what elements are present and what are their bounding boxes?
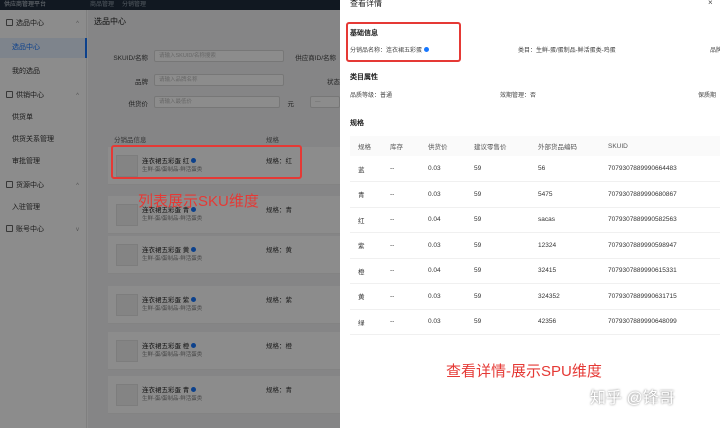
spec-cell: 7079307889990648099	[600, 309, 720, 335]
spec-cell: 324352	[530, 283, 600, 310]
category-field: 类目：生鲜-蛋/蛋制品-鲜活蛋类-鸡蛋	[518, 48, 616, 54]
spec-cell: 橙	[350, 258, 382, 284]
highlight-box-sku	[111, 145, 302, 179]
spec-cell: --	[382, 258, 420, 284]
spec-cell: 5475	[530, 181, 600, 208]
spec-cell: 7079307889990631715	[600, 283, 720, 310]
close-icon[interactable]: ×	[708, 0, 713, 7]
spec-cell: 7079307889990598947	[600, 232, 720, 259]
spec-cell: 59	[466, 309, 530, 335]
spec-section-title: 规格	[350, 120, 364, 127]
category-attr-title: 类目属性	[350, 74, 378, 81]
spec-row: 蓝 -- 0.03 59 56 7079307889990664483	[350, 156, 720, 182]
spec-cell: 42356	[530, 309, 600, 335]
drawer-title: 查看详情	[350, 0, 382, 8]
spec-cell: 12324	[530, 232, 600, 259]
spec-cell: 59	[466, 283, 530, 310]
spec-cell: 绿	[350, 309, 382, 335]
spec-cell: 7079307889990615331	[600, 258, 720, 284]
validity-field: 效期管理：否	[500, 93, 537, 99]
highlight-box-spu	[346, 22, 461, 62]
spec-cell: 7079307889990582563	[600, 207, 720, 233]
annotation-spu: 查看详情-展示SPU维度	[446, 363, 602, 380]
spec-row: 黄 -- 0.03 59 324352 7079307889990631715	[350, 283, 720, 310]
spec-row: 青 -- 0.03 59 5475 7079307889990680867	[350, 181, 720, 208]
quality-field: 品质等级：普通	[350, 93, 393, 99]
spec-row: 橙 -- 0.04 59 32415 7079307889990615331	[350, 258, 720, 284]
shelf-life-field: 保质期	[698, 93, 717, 99]
spec-row: 绿 -- 0.03 59 42356 7079307889990648099	[350, 309, 720, 335]
spec-col-stock: 库存	[382, 136, 420, 156]
spec-cell: 蓝	[350, 156, 382, 182]
spec-cell: 青	[350, 181, 382, 208]
spec-col-external-code: 外部货品编码	[530, 136, 600, 156]
spec-table: 规格 库存 供货价 建议零售价 外部货品编码 SKUID 蓝 -- 0.03 59 56…	[350, 136, 720, 335]
spec-cell: 7079307889990680867	[600, 181, 720, 208]
spec-cell: 红	[350, 207, 382, 233]
spec-col-price: 供货价	[420, 136, 466, 156]
spec-cell: 0.03	[420, 309, 466, 335]
modal-overlay[interactable]	[0, 0, 340, 428]
spec-cell: --	[382, 156, 420, 182]
spec-cell: 59	[466, 156, 530, 182]
spec-cell: 0.03	[420, 283, 466, 310]
spec-cell: 0.03	[420, 232, 466, 259]
spec-cell: 黄	[350, 283, 382, 310]
spec-cell: --	[382, 181, 420, 208]
spec-cell: 0.03	[420, 181, 466, 208]
spec-cell: --	[382, 309, 420, 335]
watermark: 知乎 @锋哥	[590, 390, 675, 407]
spec-cell: 59	[466, 207, 530, 233]
spec-cell: 59	[466, 258, 530, 284]
spec-cell: --	[382, 232, 420, 259]
annotation-sku: 列表展示SKU维度	[138, 193, 259, 210]
spec-row: 紫 -- 0.03 59 12324 7079307889990598947	[350, 232, 720, 259]
spec-cell: 59	[466, 181, 530, 208]
spec-cell: --	[382, 283, 420, 310]
spec-cell: 7079307889990664483	[600, 156, 720, 182]
spec-col-skuid: SKUID	[600, 136, 720, 156]
spec-cell: 0.04	[420, 258, 466, 284]
spec-cell: --	[382, 207, 420, 233]
spec-table-header: 规格 库存 供货价 建议零售价 外部货品编码 SKUID	[350, 136, 720, 156]
spec-cell: 紫	[350, 232, 382, 259]
brand-field: 品牌	[710, 48, 720, 54]
spec-col-spec: 规格	[350, 136, 382, 156]
spec-cell: 56	[530, 156, 600, 182]
spec-cell: 59	[466, 232, 530, 259]
spec-row: 红 -- 0.04 59 sacas 7079307889990582563	[350, 207, 720, 233]
spec-cell: 32415	[530, 258, 600, 284]
spec-col-retail: 建议零售价	[466, 136, 530, 156]
spec-cell: sacas	[530, 207, 600, 233]
spec-cell: 0.03	[420, 156, 466, 182]
spec-cell: 0.04	[420, 207, 466, 233]
